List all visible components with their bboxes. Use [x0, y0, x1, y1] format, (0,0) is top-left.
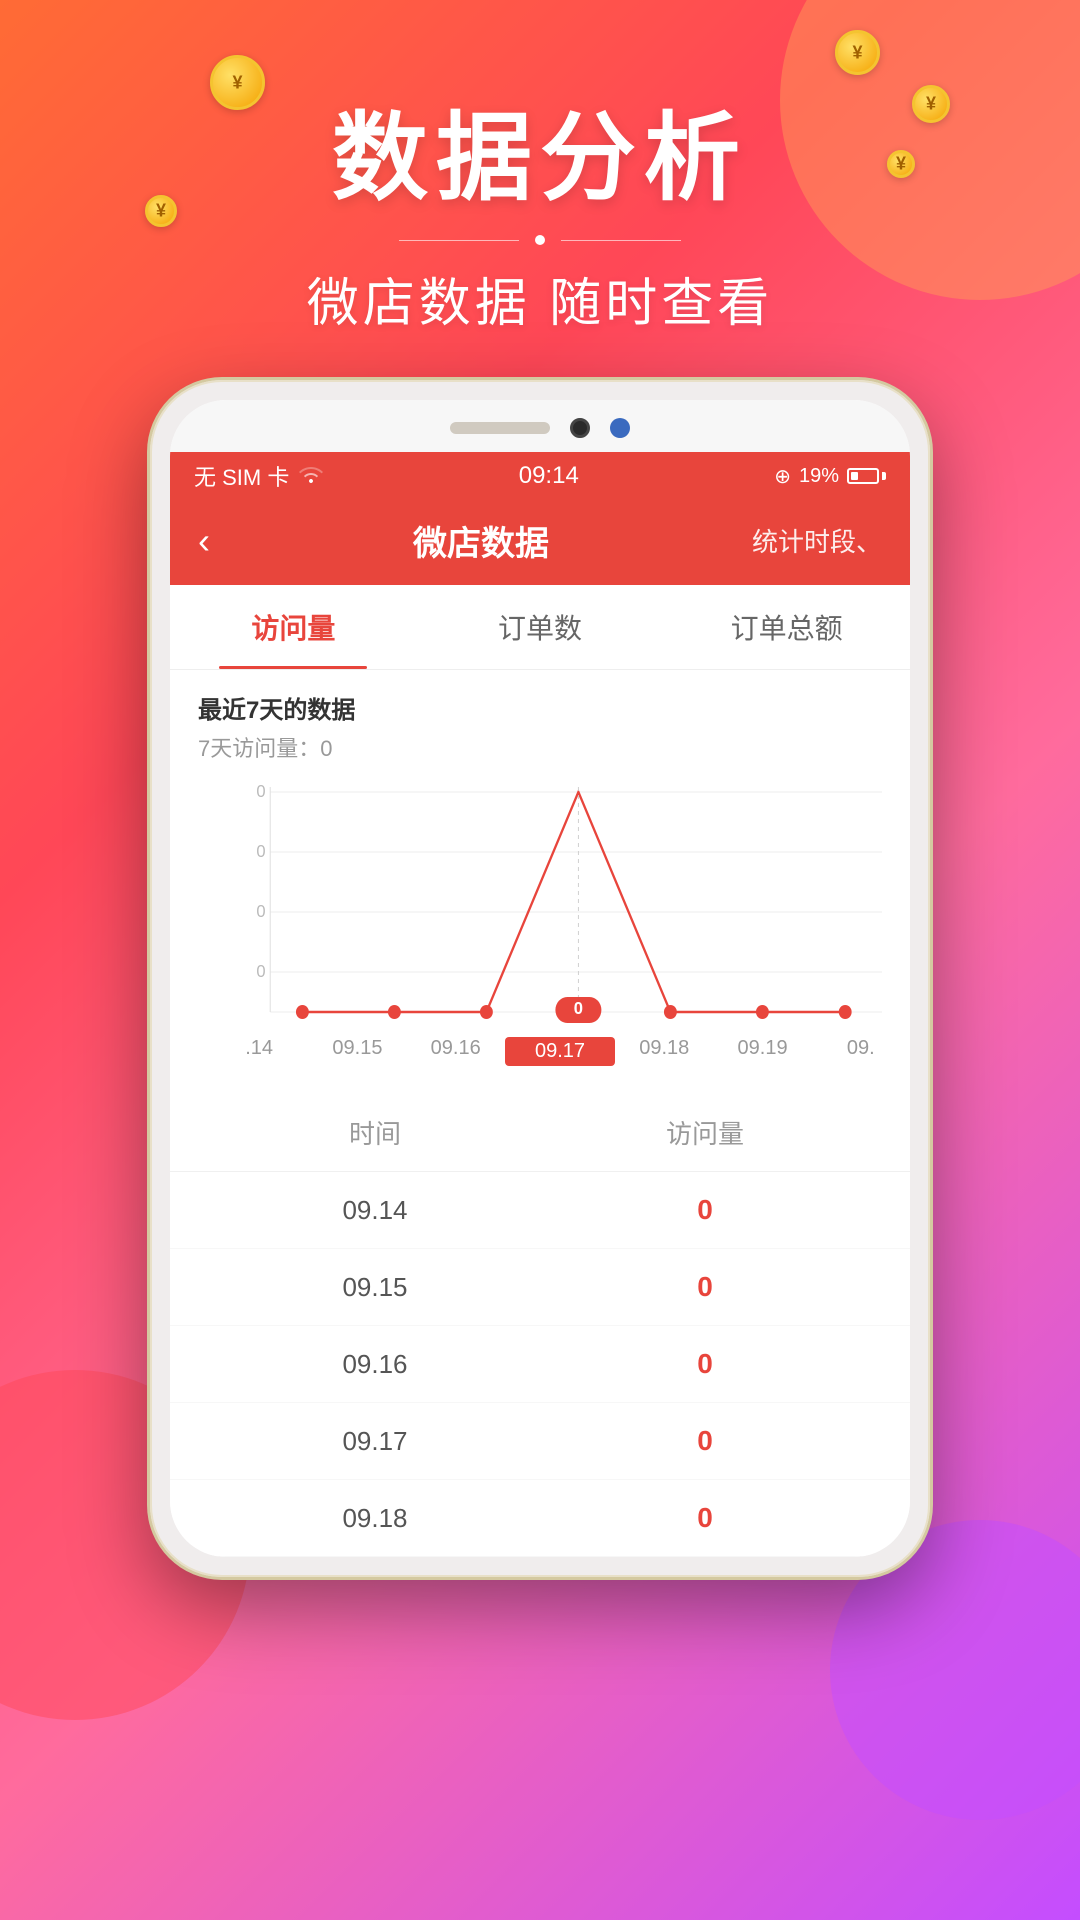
svg-text:0: 0	[574, 997, 583, 1018]
col-value-header: 访问量	[540, 1114, 870, 1151]
carrier-label: 无 SIM 卡	[194, 460, 289, 492]
date-label-2: 09.16	[407, 1037, 505, 1066]
tab-bar: 访问量 订单数 订单总额	[170, 585, 910, 670]
chart-period-label: 最近7天的数据	[198, 690, 882, 725]
app-header: ‹ 微店数据 统计时段、	[170, 500, 910, 585]
chart-container: 0 0 0 0	[198, 777, 882, 1037]
phone-notch	[170, 400, 910, 452]
battery-body	[847, 468, 879, 484]
table-header: 时间 访问量	[170, 1094, 910, 1172]
status-left: 无 SIM 卡	[194, 460, 323, 492]
date-labels-row: .14 09.15 09.16 09.17 09.18 09.19 09.	[170, 1037, 910, 1078]
table-row: 09.16 0	[170, 1326, 910, 1403]
row-date-1: 09.15	[210, 1272, 540, 1303]
divider-line-right	[561, 240, 681, 241]
date-label-0: .14	[210, 1037, 308, 1066]
phone-sensor	[610, 418, 630, 438]
divider-dot	[535, 235, 545, 245]
phone-frame: 无 SIM 卡 09:14 ⊕ 19%	[150, 380, 930, 1577]
hero-title: 数据分析	[0, 80, 1080, 219]
date-label-5: 09.19	[713, 1037, 811, 1066]
phone-camera	[570, 418, 590, 438]
row-date-3: 09.17	[210, 1426, 540, 1457]
period-selector[interactable]: 统计时段、	[752, 522, 882, 559]
chart-section: 最近7天的数据 7天访问量：0 0 0 0 0	[170, 670, 910, 1037]
hero-section: 数据分析 微店数据 随时查看	[0, 80, 1080, 336]
date-label-3: 09.17	[505, 1037, 615, 1066]
row-date-0: 09.14	[210, 1195, 540, 1226]
chart-svg: 0 0 0 0	[238, 777, 882, 1037]
phone-speaker	[450, 422, 550, 434]
hero-subtitle: 微店数据 随时查看	[0, 261, 1080, 336]
battery-percent: 19%	[799, 465, 839, 488]
date-label-1: 09.15	[308, 1037, 406, 1066]
data-table: 时间 访问量 09.14 0 09.15 0 09.16 0 09.17 0	[170, 1094, 910, 1557]
row-value-2: 0	[540, 1348, 870, 1380]
svg-text:0: 0	[256, 840, 265, 861]
coin-decoration-2	[835, 30, 880, 75]
divider-line-left	[399, 240, 519, 241]
table-row: 09.15 0	[170, 1249, 910, 1326]
status-right: ⊕ 19%	[774, 464, 886, 489]
phone-wrapper: 无 SIM 卡 09:14 ⊕ 19%	[150, 380, 930, 1577]
date-label-4: 09.18	[615, 1037, 713, 1066]
battery-tip	[882, 472, 886, 480]
tab-orders[interactable]: 订单数	[417, 585, 664, 669]
table-row: 09.18 0	[170, 1480, 910, 1557]
tab-order-total[interactable]: 订单总额	[663, 585, 910, 669]
tab-visits[interactable]: 访问量	[170, 585, 417, 669]
table-row: 09.14 0	[170, 1172, 910, 1249]
status-time: 09:14	[519, 462, 579, 490]
status-bar: 无 SIM 卡 09:14 ⊕ 19%	[170, 452, 910, 500]
row-date-4: 09.18	[210, 1503, 540, 1534]
row-value-3: 0	[540, 1425, 870, 1457]
battery-fill	[851, 472, 858, 480]
row-date-2: 09.16	[210, 1349, 540, 1380]
svg-text:0: 0	[256, 780, 265, 801]
row-value-0: 0	[540, 1194, 870, 1226]
back-button[interactable]: ‹	[198, 520, 210, 562]
row-value-4: 0	[540, 1502, 870, 1534]
header-title: 微店数据	[413, 516, 549, 565]
svg-text:0: 0	[256, 960, 265, 981]
table-row: 09.17 0	[170, 1403, 910, 1480]
col-time-header: 时间	[210, 1114, 540, 1151]
svg-text:0: 0	[256, 900, 265, 921]
location-icon: ⊕	[774, 464, 791, 489]
chart-total-label: 7天访问量：0	[198, 731, 882, 763]
hero-divider	[0, 235, 1080, 245]
row-value-1: 0	[540, 1271, 870, 1303]
phone-screen: 无 SIM 卡 09:14 ⊕ 19%	[170, 400, 910, 1557]
date-label-6: 09.	[812, 1037, 910, 1066]
wifi-icon	[299, 463, 323, 489]
battery-icon	[847, 468, 886, 484]
